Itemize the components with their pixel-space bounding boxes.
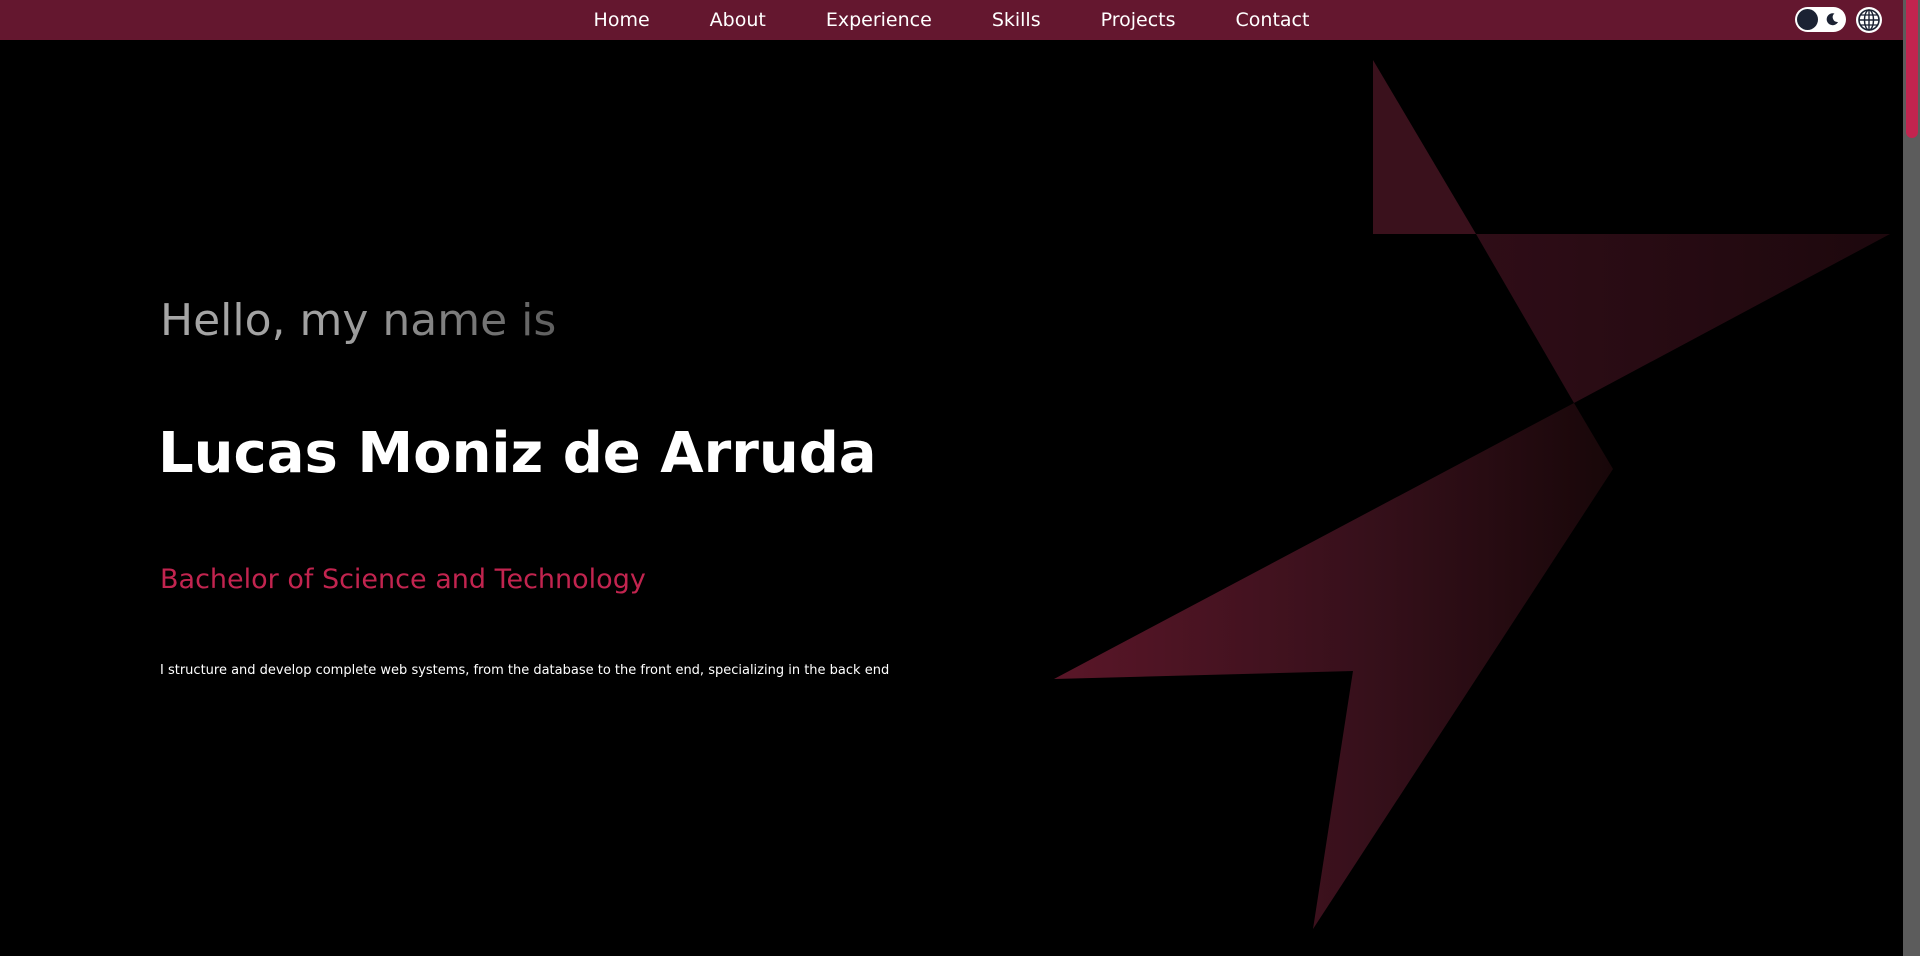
top-navbar: Home About Experience Skills Projects Co… <box>0 0 1903 40</box>
hero-degree: Bachelor of Science and Technology <box>160 564 646 595</box>
main-nav: Home About Experience Skills Projects Co… <box>0 0 1903 40</box>
toggle-knob <box>1797 9 1818 30</box>
nav-contact-link[interactable]: Contact <box>1206 0 1340 40</box>
hero-description: I structure and develop complete web sys… <box>160 663 890 678</box>
nav-about-link[interactable]: About <box>680 0 796 40</box>
nav-projects-link[interactable]: Projects <box>1071 0 1206 40</box>
moon-icon <box>1826 13 1838 26</box>
hero-greeting: Hello, my name is <box>160 293 556 349</box>
globe-icon[interactable] <box>1855 6 1883 34</box>
page-scrollbar[interactable] <box>1903 0 1920 956</box>
theme-toggle[interactable] <box>1795 7 1846 32</box>
scrollbar-thumb[interactable] <box>1906 0 1918 138</box>
nav-experience-link[interactable]: Experience <box>796 0 962 40</box>
nav-home-link[interactable]: Home <box>564 0 680 40</box>
nav-skills-link[interactable]: Skills <box>962 0 1071 40</box>
hero-name: Lucas Moniz de Arruda <box>158 421 877 486</box>
